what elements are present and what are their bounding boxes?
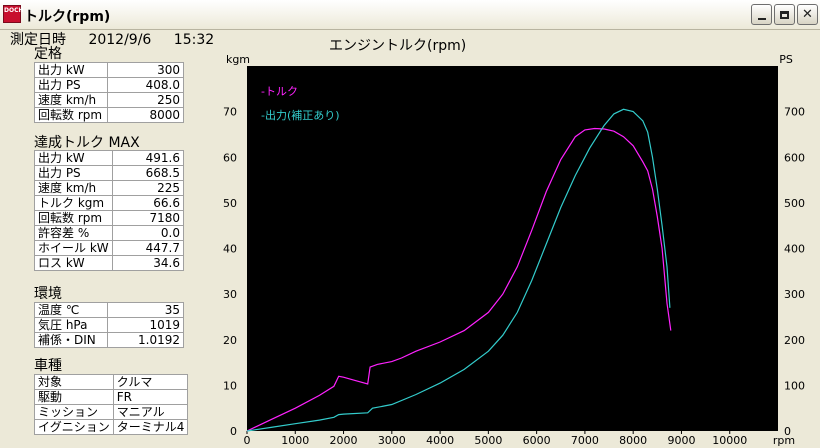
x-tick-label: 0 — [244, 434, 251, 447]
x-tick-label: 1000 — [281, 434, 309, 447]
x-tick-label: 3000 — [378, 434, 406, 447]
x-tick-label: 4000 — [426, 434, 454, 447]
x-tick-label: 6000 — [523, 434, 551, 447]
y-left-tick-label: 50 — [223, 197, 237, 210]
x-tick-label: 9000 — [667, 434, 695, 447]
y-right-tick-label: 200 — [784, 334, 805, 347]
x-tick-label: 10000 — [712, 434, 747, 447]
y-left-tick-label: 40 — [223, 243, 237, 256]
y-right-tick-label: 500 — [784, 197, 805, 210]
x-tick-label: 7000 — [571, 434, 599, 447]
torque-chart: 0 1000 2000 3000 4000 5000 6000 7000 8000 9000 100… — [223, 53, 805, 447]
legend-torque: -トルク — [261, 85, 298, 98]
y-left-tick-label: 60 — [223, 151, 237, 164]
y-right-tick-label: 300 — [784, 288, 805, 301]
y-right-tick-label: 400 — [784, 243, 805, 256]
y-left-tick-label: 20 — [223, 334, 237, 347]
x-tick-label: 2000 — [330, 434, 358, 447]
x-axis-label: rpm — [773, 434, 795, 447]
y-right-axis-label: PS — [779, 53, 793, 66]
y-left-tick-label: 30 — [223, 288, 237, 301]
y-right-tick-label: 700 — [784, 106, 805, 119]
y-left-tick-label: 10 — [223, 379, 237, 392]
x-tick-label: 8000 — [619, 434, 647, 447]
legend-power: -出力(補正あり) — [261, 108, 340, 122]
y-left-tick-label: 70 — [223, 106, 237, 119]
y-left-tick-label: 0 — [230, 425, 237, 438]
y-right-tick-label: 100 — [784, 379, 805, 392]
y-left-axis-label: kgm — [226, 53, 250, 66]
x-tick-label: 5000 — [474, 434, 502, 447]
y-right-tick-label: 600 — [784, 151, 805, 164]
